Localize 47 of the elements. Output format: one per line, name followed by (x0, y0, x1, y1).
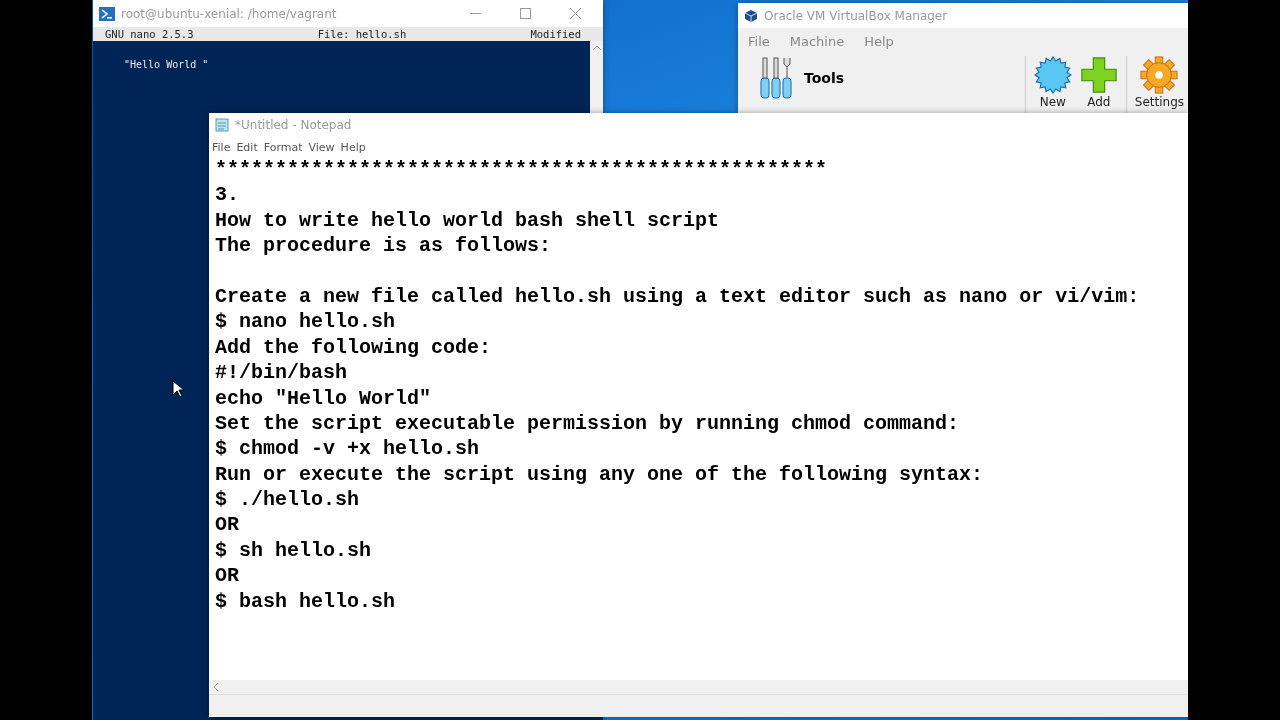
close-icon (569, 8, 581, 19)
text-line: OR (215, 563, 240, 589)
text-line: Create a new file called hello.sh using a text editor such as nano or vi/vim: (215, 283, 1141, 310)
text-line: Run or execute the script using any one of the following syntax: (215, 461, 985, 488)
terminal-icon (99, 6, 115, 21)
window-title: root@ubuntu-xenial: /home/vagrant (121, 6, 337, 21)
starburst-icon (1033, 56, 1072, 94)
mouse-cursor (172, 380, 184, 398)
modified-status: Modified (530, 28, 581, 40)
tools-icon (758, 56, 794, 100)
toolbar-button[interactable]: Add (1075, 56, 1122, 109)
minimize-icon (469, 13, 481, 14)
text-line: echo "Hello World" (215, 385, 433, 411)
tools-label: Tools (804, 70, 845, 86)
text-line: Add the following code: (215, 334, 493, 361)
text-line: $ chmod -v +x hello.sh (215, 436, 481, 462)
cube-icon (744, 8, 758, 23)
text-area[interactable] (209, 157, 1188, 680)
plus-icon (1079, 56, 1118, 94)
file-name: File: hello.sh (317, 28, 407, 40)
menu-item[interactable]: Edit (233, 140, 261, 154)
window-title: Oracle VM VirtualBox Manager (764, 8, 948, 23)
editor-version: GNU nano 2.5.3 (105, 28, 194, 40)
text-line: *************************************************** (215, 157, 829, 183)
caret-up-icon (592, 45, 601, 50)
text-line: $ sh hello.sh (215, 537, 373, 564)
text-line: The procedure is as follows: (215, 233, 553, 259)
gear-icon (1140, 56, 1179, 94)
menu-item[interactable]: Help (337, 140, 369, 154)
notepad-icon (215, 118, 229, 132)
terminal-text: "Hello World " (124, 59, 209, 70)
toolbar-button[interactable]: New (1029, 56, 1076, 109)
text-line: How to write hello world bash shell script (215, 207, 721, 234)
menu-item[interactable]: Format (260, 140, 306, 154)
text-line: Set the script executable permission by running chmod command: (215, 410, 961, 437)
window-title: *Untitled - Notepad (235, 118, 352, 132)
text-line: $ nano hello.sh (215, 309, 397, 335)
text-line: 3. (215, 182, 240, 208)
menu-item[interactable]: File (209, 140, 234, 154)
text-line: OR (215, 512, 240, 538)
menu-item[interactable]: View (305, 140, 338, 154)
toolbar-button[interactable]: Settings (1130, 56, 1188, 109)
caret-left-icon (213, 683, 219, 691)
maximize-icon (519, 8, 531, 19)
text-line: $ bash hello.sh (215, 588, 397, 615)
text-line: #!/bin/bash (215, 360, 349, 386)
text-line: $ ./hello.sh (215, 487, 361, 513)
